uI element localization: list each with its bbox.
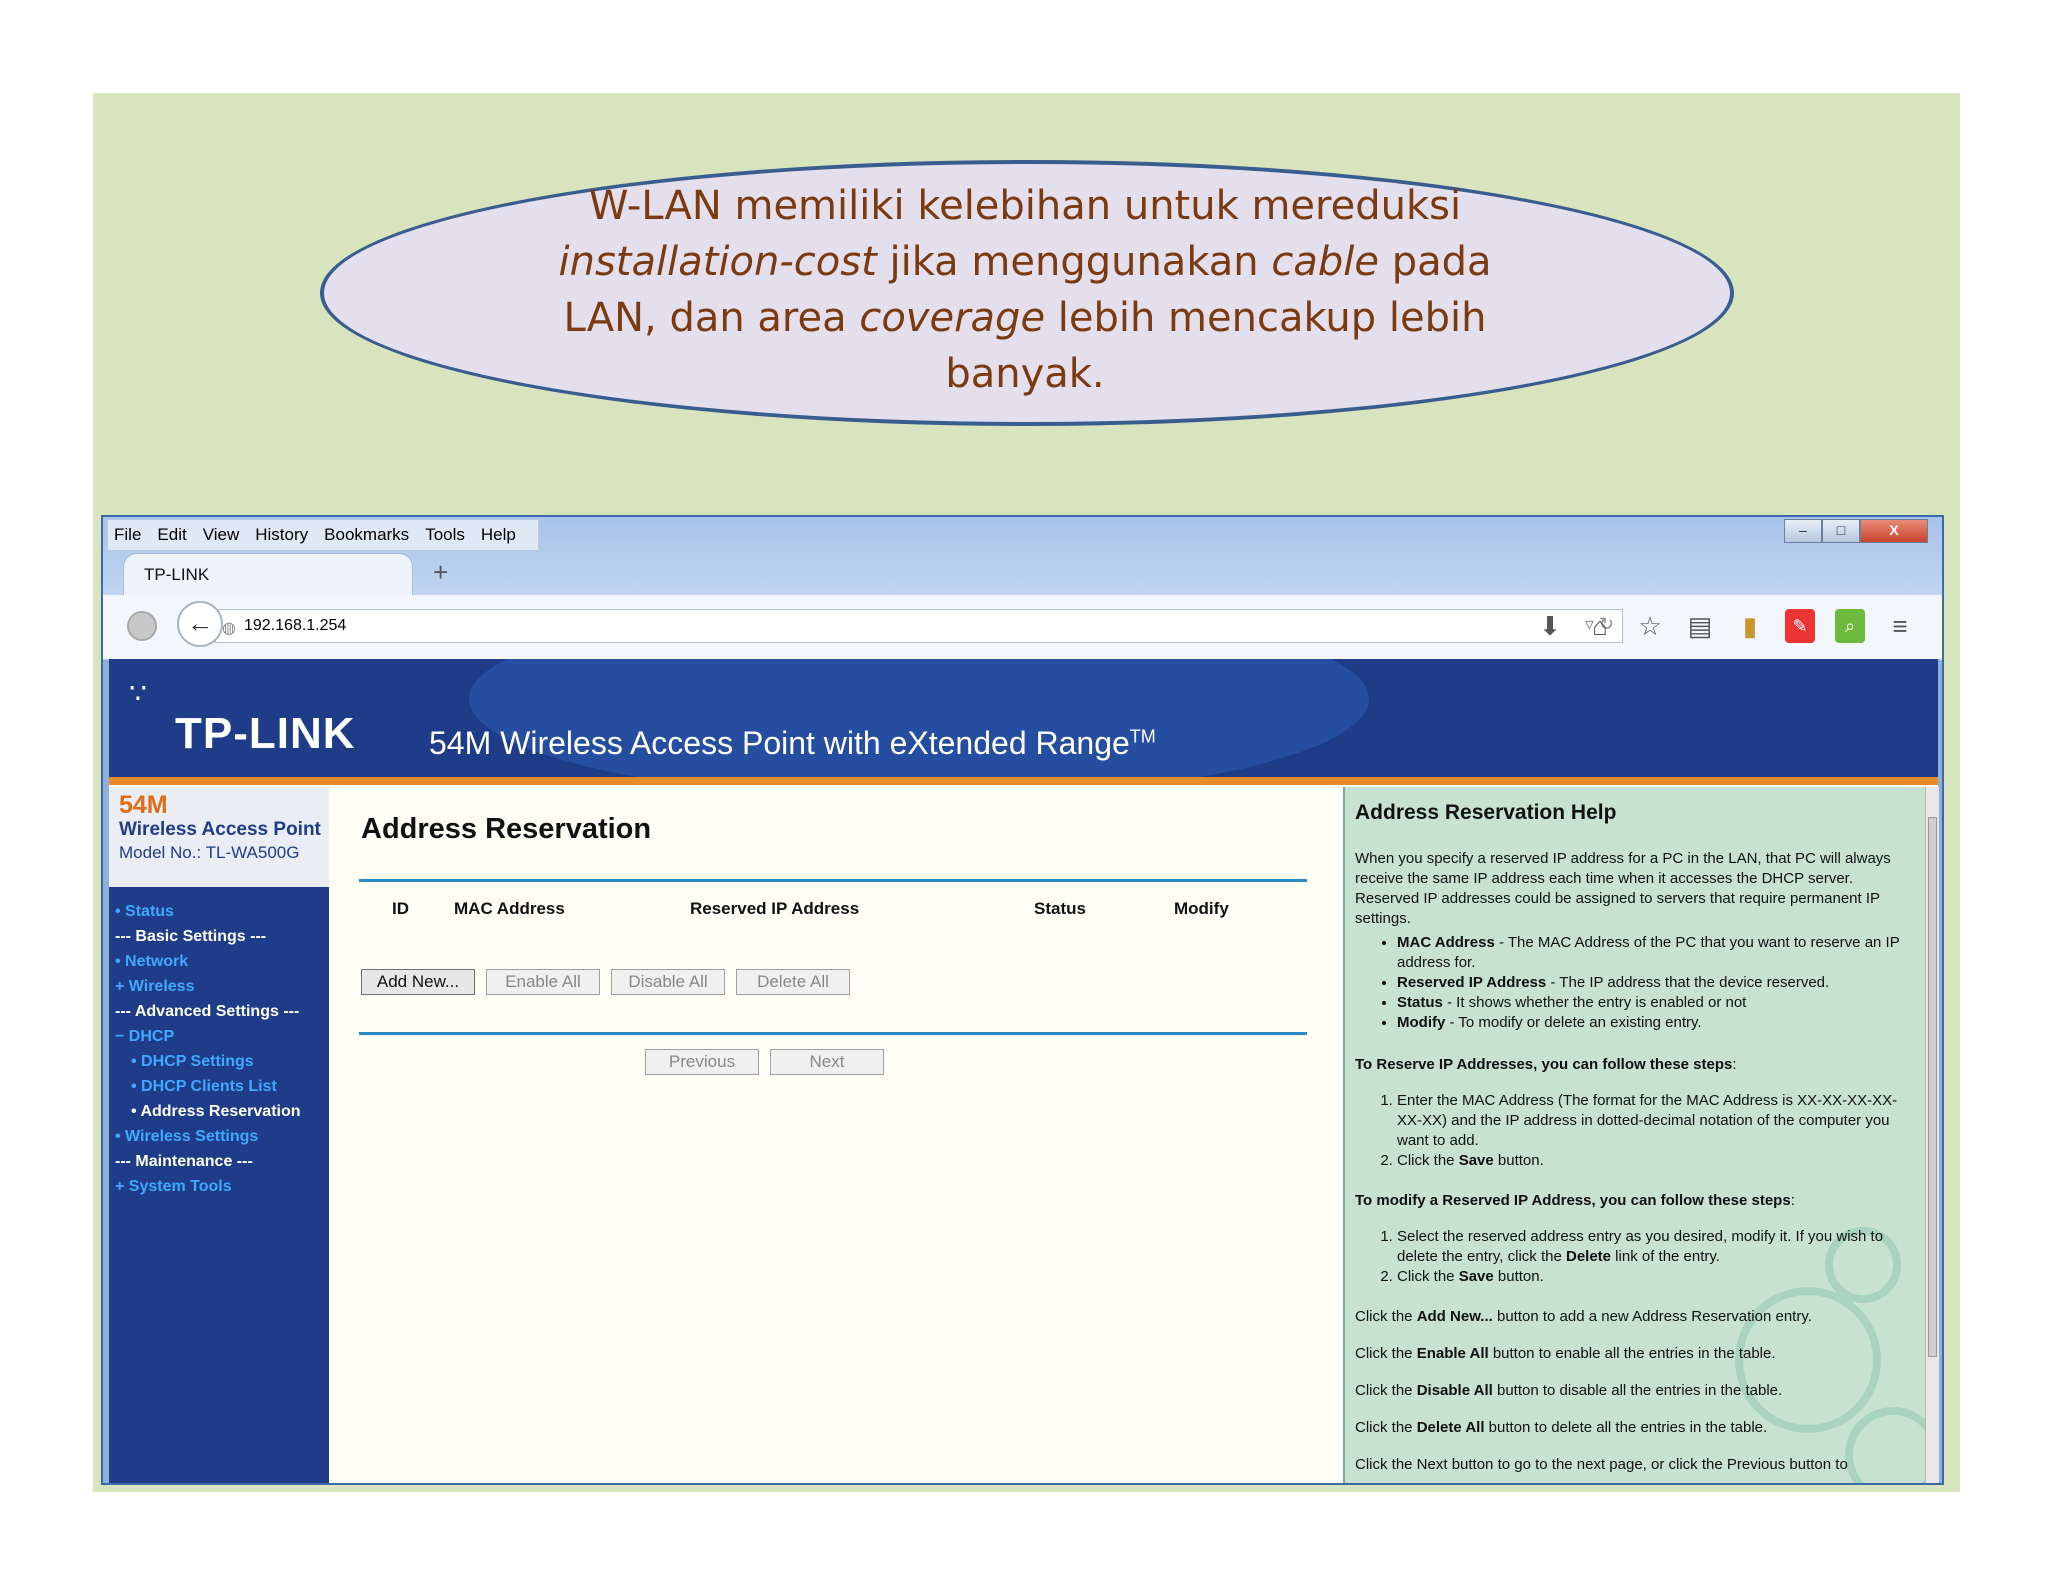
menu-advanced-settings: --- Advanced Settings --- bbox=[115, 1003, 300, 1020]
window-controls: – □ X bbox=[1784, 519, 1928, 543]
model-number: Model No.: TL-WA500G bbox=[119, 843, 300, 862]
home-icon[interactable]: ⌂ bbox=[1585, 609, 1615, 643]
new-tab-button[interactable]: + bbox=[433, 557, 448, 588]
help-modify-step-2: Click the Save button. bbox=[1397, 1267, 1915, 1287]
help-modify-steps: Select the reserved address entry as you… bbox=[1355, 1227, 1915, 1287]
tp-link-logo: TP-LINK bbox=[175, 709, 356, 758]
back-arrow-icon[interactable]: ← bbox=[177, 601, 223, 647]
url-text: 192.168.1.254 bbox=[244, 617, 347, 634]
address-bar[interactable]: ◍ 192.168.1.254 ▿ ↻ bbox=[215, 609, 1623, 643]
help-field-list: MAC Address - The MAC Address of the PC … bbox=[1355, 933, 1915, 1033]
router-page: ∵ TP-LINK 54M Wireless Access Point with… bbox=[109, 659, 1939, 1483]
callout-line-2: installation-cost jika menggunakan cable… bbox=[558, 239, 1492, 285]
menu-view[interactable]: View bbox=[203, 525, 240, 545]
help-bullet-mac: MAC Address - The MAC Address of the PC … bbox=[1397, 933, 1915, 973]
help-delete-note: Click the Delete All button to delete al… bbox=[1355, 1419, 1768, 1436]
enable-all-button[interactable]: Enable All bbox=[486, 969, 600, 995]
help-reserve-step-1: Enter the MAC Address (The format for th… bbox=[1397, 1091, 1915, 1151]
callout-line-3: LAN, dan area coverage lebih mencakup le… bbox=[563, 295, 1487, 341]
menu-edit[interactable]: Edit bbox=[157, 525, 186, 545]
column-mac-address: MAC Address bbox=[454, 899, 565, 918]
menu-file[interactable]: File bbox=[114, 525, 141, 545]
menu-tools[interactable]: Tools bbox=[425, 525, 465, 545]
help-reserve-step-2: Click the Save button. bbox=[1397, 1151, 1915, 1171]
help-reserve-steps: Enter the MAC Address (The format for th… bbox=[1355, 1091, 1915, 1171]
menu-dhcp-clients-list[interactable]: • DHCP Clients List bbox=[115, 1074, 301, 1099]
tab-tp-link[interactable]: TP-LINK bbox=[123, 553, 413, 595]
help-intro: When you specify a reserved IP address f… bbox=[1355, 850, 1891, 927]
help-panel: Address Reservation Help When you specif… bbox=[1343, 787, 1927, 1483]
menu-wireless-settings[interactable]: • Wireless Settings bbox=[115, 1124, 301, 1149]
addon-icon[interactable]: ⌕ bbox=[1835, 609, 1865, 643]
menu-icon[interactable]: ≡ bbox=[1885, 609, 1915, 643]
menu-address-reservation[interactable]: • Address Reservation bbox=[115, 1099, 301, 1124]
menu-wireless[interactable]: + Wireless bbox=[115, 974, 301, 999]
callout-line-4: banyak. bbox=[945, 351, 1105, 397]
close-button[interactable]: X bbox=[1860, 519, 1928, 543]
menu-history[interactable]: History bbox=[255, 525, 308, 545]
router-menu: • Status --- Basic Settings --- • Networ… bbox=[115, 899, 301, 1199]
callout-text: W-LAN memiliki kelebihan untuk mereduksi… bbox=[540, 178, 1510, 402]
toolbar-icons: ⬇ ⌂ ☆ ▤ ▮ ✎ ⌕ ≡ bbox=[1535, 609, 1915, 643]
help-modify-heading: To modify a Reserved IP Address, you can… bbox=[1355, 1192, 1795, 1209]
menu-dhcp-settings[interactable]: • DHCP Settings bbox=[115, 1049, 301, 1074]
bookmark-icon[interactable]: ▮ bbox=[1735, 609, 1765, 643]
acrobat-icon[interactable]: ✎ bbox=[1785, 609, 1815, 643]
bottom-divider bbox=[359, 1032, 1307, 1035]
product-title: 54M Wireless Access Point with eXtended … bbox=[429, 725, 1156, 761]
model-name: Wireless Access Point bbox=[119, 819, 321, 840]
star-icon[interactable]: ☆ bbox=[1635, 609, 1665, 643]
page-title: Address Reservation bbox=[361, 813, 652, 845]
help-next-note: Click the Next button to go to the next … bbox=[1355, 1456, 1848, 1473]
help-scrollbar[interactable] bbox=[1925, 787, 1939, 1483]
help-enable-note: Click the Enable All button to enable al… bbox=[1355, 1345, 1776, 1362]
help-add-new-note: Click the Add New... button to add a new… bbox=[1355, 1308, 1812, 1325]
previous-button[interactable]: Previous bbox=[645, 1049, 759, 1075]
column-status: Status bbox=[1034, 899, 1086, 918]
help-bullet-modify: Modify - To modify or delete an existing… bbox=[1397, 1013, 1915, 1033]
scrollbar-thumb[interactable] bbox=[1928, 817, 1937, 1357]
menu-bookmarks[interactable]: Bookmarks bbox=[324, 525, 409, 545]
menu-help[interactable]: Help bbox=[481, 525, 516, 545]
column-id: ID bbox=[392, 899, 409, 918]
navigation-bar: ◍ 192.168.1.254 ▿ ↻ ← ⬇ ⌂ ☆ ▤ ▮ ✎ ⌕ ≡ bbox=[103, 595, 1942, 660]
download-icon[interactable]: ⬇ bbox=[1535, 609, 1565, 643]
menu-bar: File Edit View History Bookmarks Tools H… bbox=[107, 519, 539, 551]
globe-icon: ◍ bbox=[222, 620, 236, 637]
top-divider bbox=[359, 879, 1307, 882]
header-stripe bbox=[109, 777, 1938, 785]
menu-maintenance: --- Maintenance --- bbox=[115, 1153, 253, 1170]
title-bar: File Edit View History Bookmarks Tools H… bbox=[103, 517, 1942, 605]
disable-all-button[interactable]: Disable All bbox=[611, 969, 725, 995]
reader-icon[interactable]: ▤ bbox=[1685, 609, 1715, 643]
menu-network[interactable]: • Network bbox=[115, 949, 301, 974]
column-modify: Modify bbox=[1174, 899, 1229, 918]
router-header: ∵ TP-LINK 54M Wireless Access Point with… bbox=[109, 659, 1938, 779]
column-reserved-ip: Reserved IP Address bbox=[690, 899, 860, 918]
help-bullet-status: Status - It shows whether the entry is e… bbox=[1397, 993, 1915, 1013]
help-reserve-heading: To Reserve IP Addresses, you can follow … bbox=[1355, 1056, 1737, 1073]
help-title: Address Reservation Help bbox=[1355, 801, 1617, 824]
maximize-button[interactable]: □ bbox=[1822, 519, 1860, 543]
menu-system-tools[interactable]: + System Tools bbox=[115, 1174, 301, 1199]
logo-dots-icon: ∵ bbox=[129, 678, 147, 709]
next-button[interactable]: Next bbox=[770, 1049, 884, 1075]
add-new-button[interactable]: Add New... bbox=[361, 969, 475, 995]
help-modify-step-1: Select the reserved address entry as you… bbox=[1397, 1227, 1915, 1267]
menu-basic-settings: --- Basic Settings --- bbox=[115, 928, 267, 945]
menu-status[interactable]: • Status bbox=[115, 899, 301, 924]
model-info: 54M Wireless Access Point Model No.: TL-… bbox=[109, 787, 329, 887]
minimize-button[interactable]: – bbox=[1784, 519, 1822, 543]
help-bullet-reserved-ip: Reserved IP Address - The IP address tha… bbox=[1397, 973, 1915, 993]
delete-all-button[interactable]: Delete All bbox=[736, 969, 850, 995]
menu-dhcp[interactable]: − DHCP bbox=[115, 1024, 301, 1049]
identity-icon[interactable] bbox=[127, 611, 157, 641]
router-sidebar: 54M Wireless Access Point Model No.: TL-… bbox=[109, 787, 329, 1483]
trademark: TM bbox=[1129, 726, 1156, 747]
browser-window: File Edit View History Bookmarks Tools H… bbox=[101, 515, 1944, 1485]
main-content: Address Reservation ID MAC Address Reser… bbox=[329, 787, 1341, 1483]
callout-line-1: W-LAN memiliki kelebihan untuk mereduksi bbox=[588, 183, 1462, 229]
model-speed: 54M bbox=[119, 791, 168, 819]
help-disable-note: Click the Disable All button to disable … bbox=[1355, 1382, 1783, 1399]
